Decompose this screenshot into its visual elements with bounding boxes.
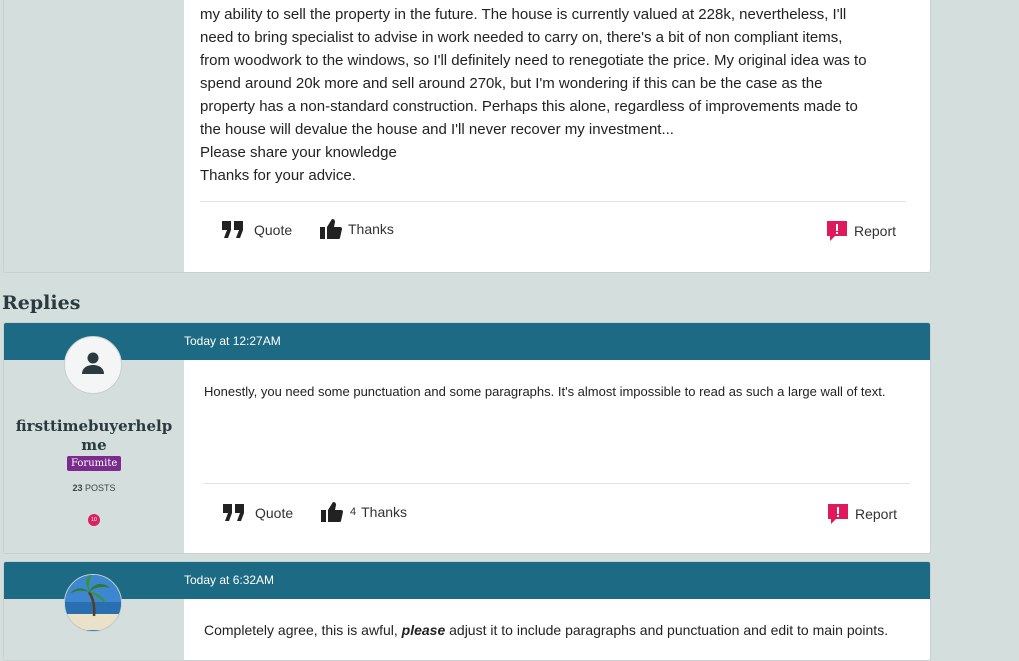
thanks-label: Thanks	[348, 221, 394, 237]
quote-button[interactable]: Quote	[222, 221, 292, 239]
reply-text-end: adjust it to include paragraphs and punc…	[445, 622, 889, 638]
thumbs-up-icon	[320, 218, 342, 240]
thanks-button[interactable]: Thanks	[320, 218, 394, 240]
post-line: property has a non-standard construction…	[200, 98, 858, 115]
post-count-label: POSTS	[85, 483, 116, 493]
post-line: Please share your knowledge	[200, 144, 397, 161]
post-line: from woodwork to the windows, so I'll de…	[200, 52, 867, 69]
replies-heading: Replies	[2, 292, 81, 314]
report-label: Report	[854, 223, 897, 239]
thumbs-up-icon	[321, 501, 343, 523]
quote-label: Quote	[255, 505, 294, 521]
quote-label: Quote	[254, 222, 293, 238]
avatar[interactable]	[64, 574, 122, 632]
reply-text-start: Completely agree, this is awful,	[204, 622, 402, 638]
post-author-sidebar	[4, 0, 184, 272]
post-line: Thanks for your advice.	[200, 167, 356, 184]
post-line: spend around 20k more and sell around 27…	[200, 75, 823, 92]
post-line: need to bring specialist to advise in wo…	[200, 29, 843, 46]
palm-tree-photo	[65, 575, 121, 631]
thanks-label: Thanks	[361, 504, 408, 520]
quote-icon	[223, 504, 245, 522]
report-label: Report	[855, 506, 898, 522]
post-divider	[200, 201, 906, 202]
report-button[interactable]: Report	[828, 504, 897, 524]
reply-header-bar	[4, 323, 930, 360]
reply-body: Completely agree, this is awful, please …	[204, 620, 904, 641]
achievement-badge[interactable]: 10	[88, 514, 100, 526]
user-silhouette-icon	[81, 351, 105, 380]
thanks-button[interactable]: 4 Thanks	[321, 501, 407, 523]
username-link[interactable]: firsttimebuyerhelpme	[14, 417, 174, 455]
report-icon	[827, 221, 847, 241]
reply-text-emphasis: please	[401, 622, 446, 638]
post-count-value: 23	[72, 483, 83, 493]
reply-card: Today at 6:32AM Completely agree, this i…	[3, 561, 931, 661]
reply-timestamp: Today at 12:27AM	[184, 334, 281, 348]
post-line: my ability to sell the property in the f…	[200, 6, 847, 23]
reply-timestamp: Today at 6:32AM	[184, 573, 275, 587]
report-button[interactable]: Report	[827, 221, 896, 241]
original-post-body: my ability to sell the property in the f…	[200, 0, 900, 187]
reply-divider	[204, 483, 910, 484]
rank-badge: Forumite	[67, 456, 122, 471]
report-icon	[828, 504, 848, 524]
reply-card: Today at 12:27AM firsttimebuyerhelpme Fo…	[3, 322, 931, 554]
reply-header-bar	[4, 562, 930, 599]
quote-button[interactable]: Quote	[223, 504, 293, 522]
post-count: 23 POSTS	[4, 483, 184, 493]
post-line: the house will devalue the house and I'l…	[200, 121, 674, 138]
reply-body: Honestly, you need some punctuation and …	[204, 384, 886, 399]
quote-icon	[222, 221, 244, 239]
thanks-count: 4	[350, 506, 357, 518]
avatar[interactable]	[64, 336, 122, 394]
